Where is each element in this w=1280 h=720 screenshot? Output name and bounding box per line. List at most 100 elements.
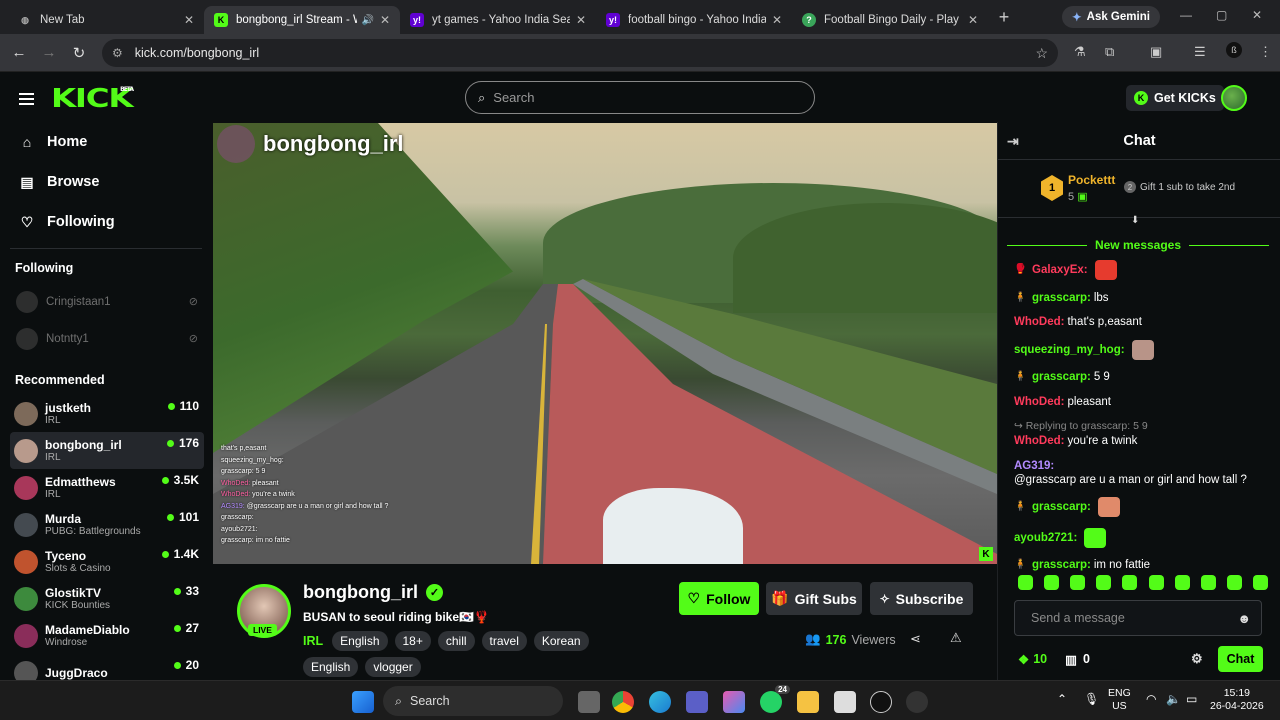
chat-username[interactable]: grasscarp:	[1032, 500, 1091, 514]
get-kicks-button[interactable]: K Get KICKs	[1126, 85, 1224, 111]
report-warning-icon[interactable]: ⚠	[950, 630, 962, 646]
puzzle-icon[interactable]: ⧉	[1105, 44, 1114, 60]
edge-icon[interactable]	[649, 691, 671, 713]
emote-icon[interactable]	[1070, 575, 1086, 590]
chat-username[interactable]: WhoDed:	[1014, 434, 1064, 448]
search-input[interactable]: ⌕ Search	[465, 81, 815, 114]
windows-start-icon[interactable]	[352, 691, 374, 713]
tray-overflow-icon[interactable]: ⌃	[1057, 693, 1067, 706]
close-tab-icon[interactable]: ✕	[772, 13, 782, 27]
chat-username[interactable]: squeezing_my_hog:	[1014, 343, 1125, 357]
sidebar-item-following[interactable]: ♡ Following	[0, 202, 212, 242]
emote-icon[interactable]	[1226, 575, 1242, 590]
chat-message[interactable]: 🧍 grasscarp:	[1014, 497, 1276, 517]
wifi-icon[interactable]: ◠	[1146, 693, 1156, 706]
category-link[interactable]: IRL	[303, 634, 323, 648]
stream-tag[interactable]: chill	[437, 631, 475, 651]
store-icon[interactable]	[834, 691, 856, 713]
recommended-channel[interactable]: MadameDiablo Windrose 27	[0, 617, 212, 654]
emote-icon[interactable]	[1200, 575, 1216, 590]
recommended-channel[interactable]: bongbong_irl IRL 176	[10, 432, 204, 469]
recommended-channel[interactable]: Murda PUBG: Battlegrounds 101	[0, 506, 212, 543]
close-tab-icon[interactable]: ✕	[380, 13, 390, 27]
recommended-channel[interactable]: JuggDraco 20	[0, 654, 212, 680]
collapse-chat-icon[interactable]: ⇥	[1007, 133, 1019, 150]
chat-username[interactable]: WhoDed:	[1014, 395, 1064, 409]
chat-message[interactable]: AG319: @grasscarp are u a man or girl and…	[1014, 459, 1276, 487]
top-gifter-name[interactable]: Pockettt	[1068, 173, 1115, 187]
volume-icon[interactable]: 🔈	[1166, 693, 1181, 706]
clock[interactable]: 15:19 26-04-2026	[1210, 687, 1264, 713]
chat-message[interactable]: WhoDed: that's p,easant	[1014, 315, 1276, 329]
recommended-channel[interactable]: Edmatthews IRL 3.5K	[0, 469, 212, 506]
emoji-picker-icon[interactable]: ☻	[1237, 611, 1251, 626]
recommended-channel[interactable]: GlostikTV KICK Bounties 33	[0, 580, 212, 617]
teams-icon[interactable]	[686, 691, 708, 713]
taskbar-search[interactable]: ⌕ Search	[383, 686, 563, 716]
browser-tab[interactable]: y! yt games - Yahoo India Search ✕	[400, 6, 596, 34]
stream-tag[interactable]: English	[332, 631, 388, 651]
chat-username[interactable]: grasscarp:	[1032, 291, 1091, 305]
close-tab-icon[interactable]: ✕	[184, 13, 194, 27]
share-icon[interactable]: ⋖	[910, 631, 921, 647]
chat-username[interactable]: AG319:	[1014, 459, 1054, 473]
forward-icon[interactable]: →	[34, 44, 64, 61]
chrome-icon[interactable]	[612, 691, 634, 713]
close-tab-icon[interactable]: ✕	[576, 13, 586, 27]
whatsapp-icon[interactable]: 24	[760, 685, 790, 713]
chat-message[interactable]: squeezing_my_hog:	[1014, 339, 1276, 360]
following-channel[interactable]: Notntty1 ⊘	[0, 320, 212, 357]
speaker-icon[interactable]: 🔊	[361, 15, 373, 26]
send-chat-button[interactable]: Chat	[1218, 646, 1263, 672]
stream-tag[interactable]: Korean	[533, 631, 589, 651]
kick-logo[interactable]: KICK BETA	[51, 84, 134, 114]
emote-icon[interactable]	[1044, 575, 1060, 590]
chat-message[interactable]: ↪ Replying to grasscarp: 5 9 WhoDed: you'r…	[1014, 419, 1276, 448]
scroll-down-icon[interactable]: ⬇	[1131, 215, 1139, 226]
chat-username[interactable]: GalaxyEx:	[1032, 263, 1088, 277]
microphone-icon[interactable]: 🎙	[1084, 693, 1099, 706]
channel-name[interactable]: bongbong_irl	[303, 582, 418, 603]
sidebar-item-home[interactable]: ⌂ Home	[0, 122, 212, 162]
site-info-icon[interactable]: ⚙	[112, 46, 123, 60]
chat-message[interactable]: WhoDed: pleasant	[1014, 395, 1276, 409]
stream-tag[interactable]: vlogger	[365, 657, 421, 677]
chat-settings-icon[interactable]: ⚙	[1191, 651, 1203, 667]
browser-tab[interactable]: ◍ New Tab ✕	[8, 6, 204, 34]
settings-icon[interactable]	[906, 691, 928, 713]
chat-username[interactable]: grasscarp:	[1032, 370, 1091, 384]
chat-message[interactable]: 🥊 GalaxyEx:	[1014, 260, 1276, 280]
chat-username[interactable]: grasscarp:	[1032, 558, 1091, 572]
browser-tab[interactable]: y! football bingo - Yahoo India Se ✕	[596, 6, 792, 34]
battery-icon[interactable]: ▭	[1186, 693, 1197, 706]
chat-message[interactable]: 🧍 grasscarp: lbs	[1014, 291, 1276, 305]
emote-icon[interactable]	[1148, 575, 1164, 590]
chat-username[interactable]: ayoub2721:	[1014, 531, 1077, 545]
chat-message-input[interactable]: Send a message ☻	[1014, 600, 1262, 636]
emote-icon[interactable]	[1252, 575, 1268, 590]
copilot-icon[interactable]	[723, 691, 745, 713]
recommended-channel[interactable]: justketh IRL 110	[0, 395, 212, 432]
emote-icon[interactable]	[1018, 575, 1033, 590]
following-channel[interactable]: Cringistaan1 ⊘	[0, 283, 212, 320]
chat-username[interactable]: WhoDed:	[1014, 315, 1064, 329]
stream-tag[interactable]: 18+	[394, 631, 431, 651]
back-icon[interactable]: ←	[4, 44, 34, 61]
ask-gemini-button[interactable]: ✦ Ask Gemini	[1062, 6, 1160, 28]
url-bar[interactable]: ⚙ kick.com/bongbong_irl ☆	[102, 39, 1058, 67]
hamburger-menu-icon[interactable]	[19, 90, 34, 108]
task-view-icon[interactable]	[578, 691, 600, 713]
stream-tag[interactable]: travel	[481, 631, 527, 651]
channel-points[interactable]: ❖ 10	[1018, 652, 1047, 667]
gift-subs-button[interactable]: 🎁 Gift Subs	[766, 582, 862, 615]
emote-icon[interactable]	[1174, 575, 1190, 590]
follow-button[interactable]: ♡ Follow	[679, 582, 759, 615]
chat-message[interactable]: 🧍 grasscarp: 5 9	[1014, 370, 1276, 384]
close-window-icon[interactable]: ✕	[1252, 8, 1262, 22]
new-tab-button[interactable]: +	[990, 7, 1018, 28]
drops-box[interactable]: ▥ 0	[1065, 652, 1090, 667]
maximize-icon[interactable]: ▢	[1216, 8, 1227, 22]
tab-search-icon[interactable]: ▣	[1150, 44, 1162, 60]
sidebar-item-browse[interactable]: ▤ Browse	[0, 162, 212, 202]
stream-tag[interactable]: English	[303, 657, 359, 677]
